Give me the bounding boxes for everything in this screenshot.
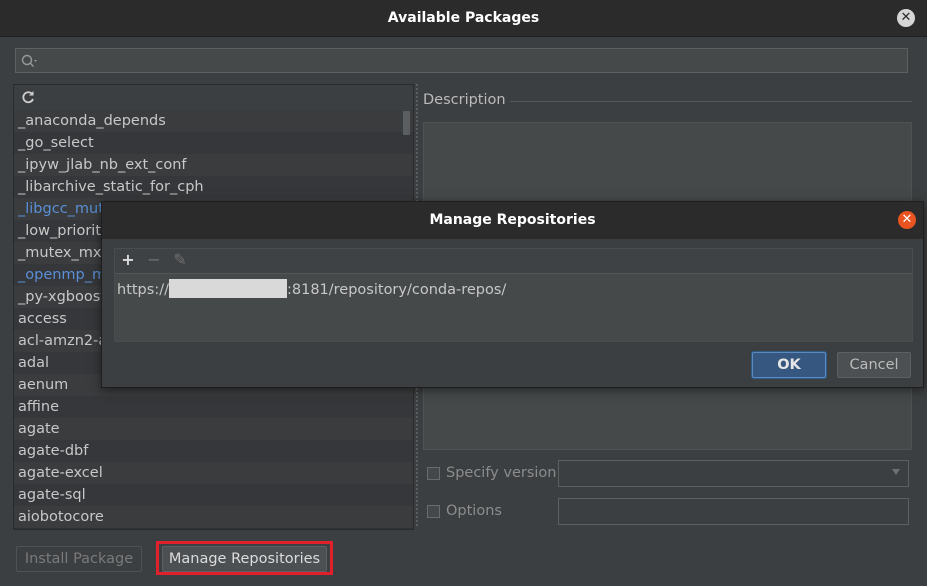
list-item[interactable]: agate-excel xyxy=(14,462,413,484)
package-list-scrollbar[interactable] xyxy=(403,111,410,135)
repository-toolbar: + − ✎ xyxy=(115,249,912,274)
manage-repositories-button[interactable]: Manage Repositories xyxy=(162,546,327,572)
edit-icon[interactable]: ✎ xyxy=(171,250,189,270)
list-item[interactable]: _go_select xyxy=(14,132,413,154)
search-icon xyxy=(21,54,37,67)
search-input[interactable] xyxy=(15,48,908,73)
specify-version-label: Specify version xyxy=(446,465,557,481)
add-icon[interactable]: + xyxy=(119,250,137,270)
description-separator xyxy=(510,101,912,102)
chevron-down-icon xyxy=(892,469,900,475)
repository-url-prefix: https:// xyxy=(117,282,169,298)
description-label: Description xyxy=(423,92,506,108)
version-select[interactable] xyxy=(558,460,909,487)
window-title: Available Packages xyxy=(387,10,540,26)
list-item[interactable]: _libarchive_static_for_cph xyxy=(14,176,413,198)
list-item[interactable]: agate-sql xyxy=(14,484,413,506)
list-item[interactable]: agate-dbf xyxy=(14,440,413,462)
refresh-icon[interactable] xyxy=(20,89,36,105)
remove-icon[interactable]: − xyxy=(145,250,163,270)
repository-list-panel: + − ✎ https:// :8181/repository/conda-rep… xyxy=(114,248,913,342)
options-checkbox[interactable] xyxy=(427,505,440,518)
list-item[interactable]: _anaconda_depends xyxy=(14,110,413,132)
repository-url-suffix: :8181/repository/conda-repos/ xyxy=(286,282,507,298)
dialog-close-button[interactable]: ✕ xyxy=(898,211,916,229)
list-item[interactable]: agate xyxy=(14,418,413,440)
package-list-toolbar xyxy=(14,85,413,110)
repository-row[interactable]: https:// :8181/repository/conda-repos/ xyxy=(117,279,506,298)
window-titlebar: Available Packages ✕ xyxy=(0,0,927,37)
options-input[interactable] xyxy=(558,498,909,525)
list-item[interactable]: aiobotocore xyxy=(14,506,413,528)
install-package-button[interactable]: Install Package xyxy=(16,546,142,572)
redacted-host xyxy=(168,279,287,298)
window-close-button[interactable]: ✕ xyxy=(897,9,915,27)
specify-version-checkbox[interactable] xyxy=(427,467,440,480)
options-label: Options xyxy=(446,503,502,519)
list-item[interactable]: affine xyxy=(14,396,413,418)
list-item[interactable]: _ipyw_jlab_nb_ext_conf xyxy=(14,154,413,176)
ok-button[interactable]: OK xyxy=(752,352,826,378)
dialog-title: Manage Repositories xyxy=(429,212,596,228)
cancel-button[interactable]: Cancel xyxy=(837,352,911,378)
dialog-titlebar: Manage Repositories ✕ xyxy=(102,202,923,239)
manage-repositories-dialog: Manage Repositories ✕ + − ✎ https:// :818… xyxy=(101,201,924,388)
